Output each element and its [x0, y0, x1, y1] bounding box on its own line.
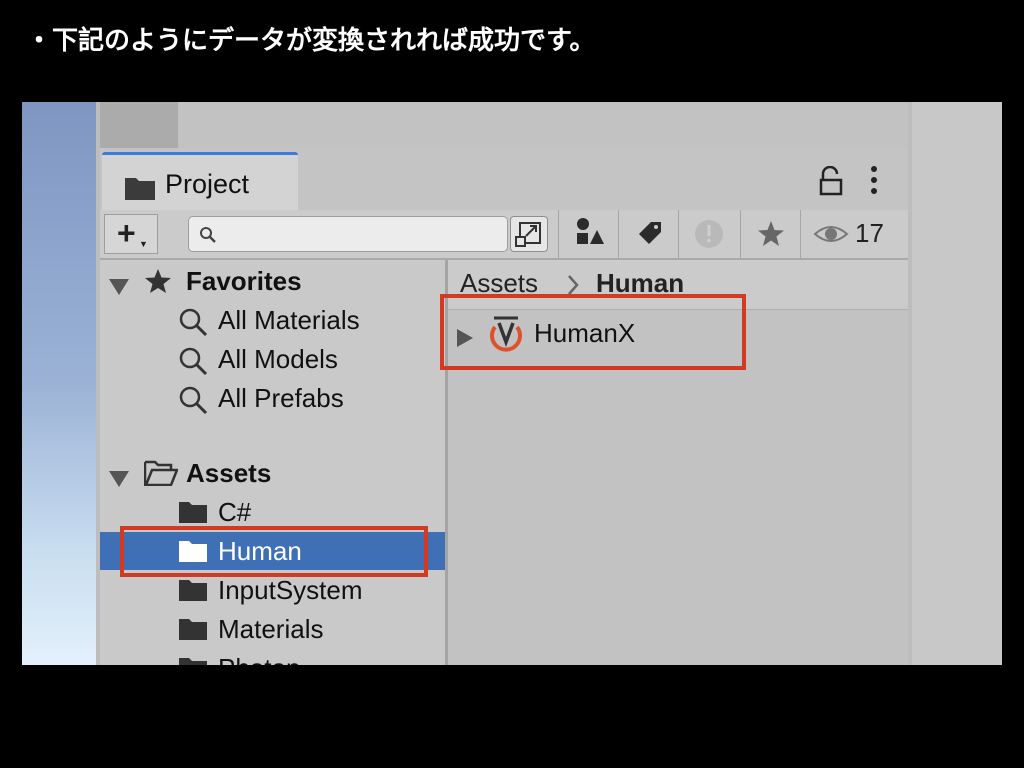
more-options-icon[interactable] [868, 164, 880, 203]
eye-icon [813, 226, 849, 242]
tree-label: Photon [218, 653, 300, 665]
tree-label: C# [218, 497, 252, 527]
unity-screenshot: Project + ▼ 17 Favorites All Materials A… [22, 102, 1002, 665]
tree-label: All Models [218, 344, 338, 374]
favorite-item[interactable]: All Models [100, 340, 445, 378]
breadcrumb: Assets Human [448, 260, 908, 310]
tree-item-assets[interactable]: Assets [100, 454, 445, 492]
breadcrumb-current: Human [596, 268, 685, 298]
plus-icon: + [117, 215, 136, 251]
tag-icon [639, 222, 661, 244]
expand-arrow-icon[interactable] [108, 272, 130, 303]
folder-icon [178, 578, 208, 609]
folder-item-human[interactable]: Human [100, 532, 445, 570]
expand-arrow-icon[interactable] [108, 464, 130, 495]
tree-label: All Materials [218, 305, 360, 335]
project-window: Project + ▼ 17 Favorites All Materials A… [100, 102, 908, 665]
search-icon [199, 226, 217, 249]
search-icon [178, 346, 208, 383]
lock-icon[interactable] [818, 165, 844, 201]
search-icon [178, 307, 208, 344]
tab-project[interactable]: Project [102, 152, 298, 210]
favorite-item[interactable]: All Materials [100, 301, 445, 339]
shapes-icon [577, 218, 604, 244]
folder-icon [178, 656, 208, 665]
search-field[interactable] [188, 216, 508, 252]
expand-arrow-icon[interactable] [146, 660, 164, 665]
top-strip [100, 102, 908, 148]
star-icon [758, 221, 784, 246]
tree-label: Assets [186, 458, 272, 488]
vrm-model-icon [486, 315, 526, 360]
breadcrumb-item[interactable]: Assets [460, 268, 538, 299]
folder-item-inputsystem[interactable]: InputSystem [100, 571, 445, 609]
asset-item-humanx[interactable]: HumanX [448, 314, 908, 352]
warning-icon [695, 220, 723, 248]
tree-label: All Prefabs [218, 383, 344, 413]
folder-icon [124, 175, 156, 206]
star-icon [144, 268, 172, 301]
tab-label: Project [165, 169, 250, 199]
filter-by-errors-button[interactable] [678, 210, 738, 258]
scene-background [22, 102, 96, 665]
hidden-count: 17 [855, 218, 884, 248]
search-input[interactable] [223, 221, 505, 249]
tree-label: Favorites [186, 266, 302, 296]
search-icon [178, 385, 208, 422]
filter-by-type-button[interactable] [558, 210, 618, 258]
project-toolbar: + ▼ 17 [100, 210, 908, 260]
expand-arrow-icon[interactable] [456, 324, 474, 355]
folder-item-photon[interactable]: Photon [100, 649, 445, 665]
dropdown-caret-icon: ▼ [139, 239, 148, 249]
tree-label: InputSystem [218, 575, 363, 605]
asset-label: HumanX [534, 318, 636, 348]
folder-icon [178, 617, 208, 648]
top-strip-panel [100, 102, 178, 148]
slide-title: ・下記のようにデータが変換されれば成功です。 [26, 26, 596, 56]
chevron-right-icon [566, 274, 580, 301]
hidden-packages-toggle[interactable]: 17 [800, 210, 908, 258]
folder-tree: Favorites All Materials All Models All P… [100, 260, 448, 665]
external-window-icon [515, 222, 541, 247]
favorite-item[interactable]: All Prefabs [100, 379, 445, 417]
tree-label: Human [218, 536, 302, 566]
folder-item-materials[interactable]: Materials [100, 610, 445, 648]
asset-list: Assets Human HumanX [448, 260, 908, 665]
folder-item-csharp[interactable]: C# [100, 493, 445, 531]
tree-label: Materials [218, 614, 324, 644]
open-folder-icon [143, 460, 179, 493]
favorites-filter-button[interactable] [740, 210, 800, 258]
search-by-type-button[interactable] [510, 216, 548, 252]
folder-icon [178, 539, 208, 570]
folder-icon [178, 500, 208, 531]
side-panel [908, 102, 1002, 665]
filter-by-label-button[interactable] [618, 210, 678, 258]
tree-item-favorites[interactable]: Favorites [100, 262, 445, 300]
create-button[interactable]: + ▼ [104, 214, 158, 254]
tab-bar: Project [100, 148, 908, 210]
